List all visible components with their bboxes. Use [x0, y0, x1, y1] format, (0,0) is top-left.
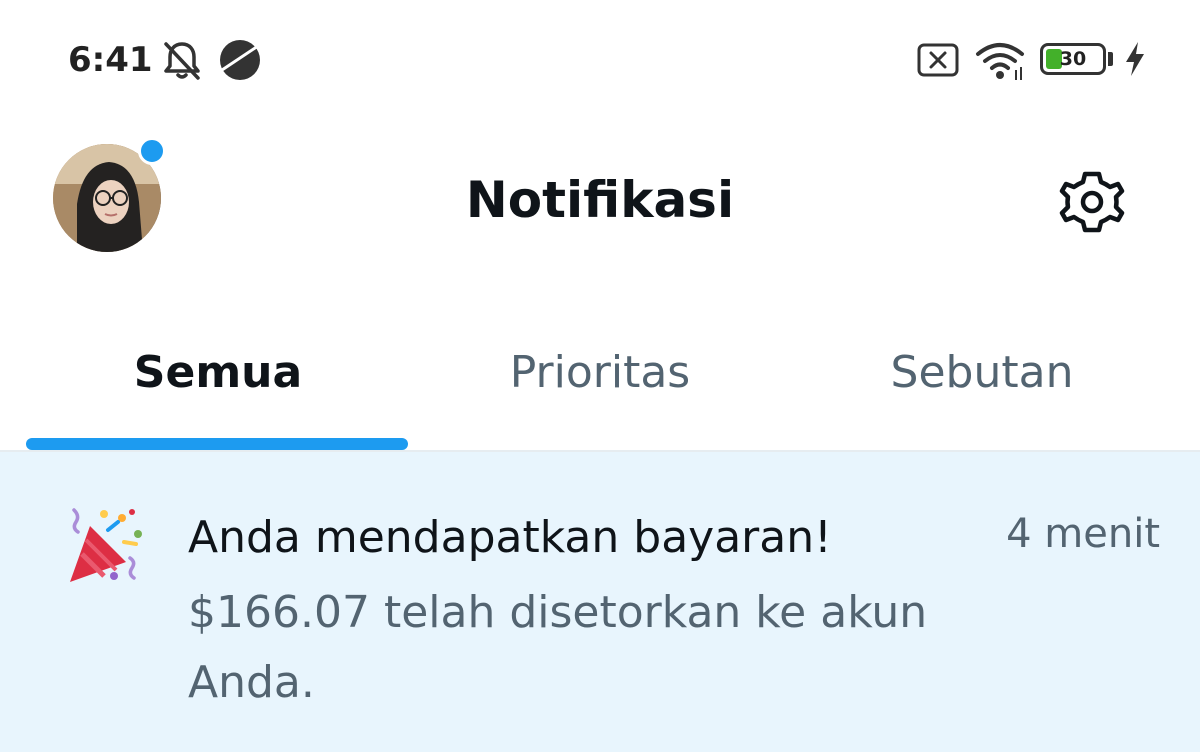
bell-off-icon: [164, 42, 200, 80]
tab-semua[interactable]: Semua: [28, 316, 408, 450]
notification-title: Anda mendapatkan bayaran!: [188, 512, 832, 563]
no-sim-icon: [917, 43, 959, 77]
planet-icon: [220, 40, 260, 80]
unread-indicator-dot: [138, 137, 166, 165]
status-bar: 6:41 30: [0, 0, 1200, 120]
tab-prioritas[interactable]: Prioritas: [410, 316, 790, 450]
header: Notifikasi: [0, 120, 1200, 290]
battery-nub: [1108, 52, 1113, 66]
gear-icon[interactable]: [1056, 166, 1128, 238]
notification-body: $166.07 telah disetorkan ke akun Anda.: [188, 587, 928, 708]
battery-icon: 30: [1040, 43, 1106, 75]
battery-level: 30: [1059, 48, 1087, 70]
page-title: Notifikasi: [465, 171, 735, 229]
party-popper-icon: [70, 508, 142, 582]
wifi-icon: [976, 43, 1024, 80]
active-tab-indicator: [26, 438, 408, 450]
tab-sebutan[interactable]: Sebutan: [792, 316, 1172, 450]
notification-time: 4 menit: [1006, 511, 1160, 557]
tab-bar: Semua Prioritas Sebutan: [0, 316, 1200, 452]
notification-item[interactable]: Anda mendapatkan bayaran! 4 menit $166.0…: [0, 452, 1200, 752]
charging-icon: [1126, 42, 1144, 76]
status-time: 6:41: [68, 40, 153, 80]
